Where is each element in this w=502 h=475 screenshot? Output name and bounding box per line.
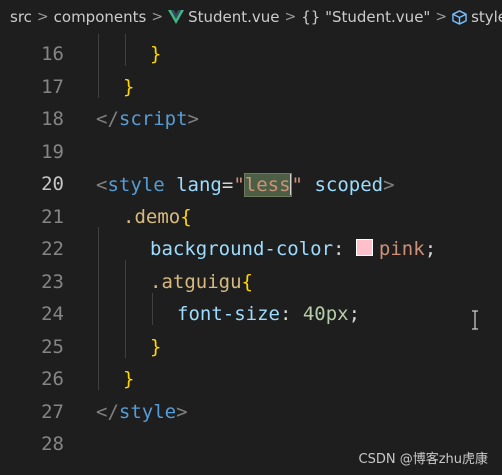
breadcrumb: src > components > Student.vue > {} "Stu… <box>0 0 502 34</box>
code-line: 21 .demo{ <box>0 201 502 234</box>
line-number: 18 <box>41 108 64 131</box>
breadcrumb-item-template-block[interactable]: {} "Student.vue" <box>301 8 430 26</box>
line-number: 26 <box>41 368 64 391</box>
breadcrumb-separator: > <box>435 9 448 25</box>
watermark: CSDN @博客zhu虎康 <box>358 452 489 467</box>
line-number: 19 <box>41 140 64 163</box>
line-number: 27 <box>41 400 64 423</box>
code-line: 23 .atguigu{ <box>0 266 502 299</box>
breadcrumb-item-src[interactable]: src <box>10 8 32 26</box>
breadcrumb-separator: > <box>284 9 297 25</box>
vue-file-icon <box>168 10 185 24</box>
code-line: 24 font-size: 40px; <box>0 298 502 331</box>
line-number: 23 <box>41 270 64 293</box>
line-number: 17 <box>41 75 64 98</box>
code-line: 26 } <box>0 363 502 396</box>
code-line: 18 </script> <box>0 103 502 136</box>
ibeam-cursor-icon <box>472 310 478 330</box>
code-line: 19 <box>0 136 502 169</box>
line-number: 16 <box>41 43 64 66</box>
breadcrumb-item-components[interactable]: components <box>54 8 147 26</box>
line-number-active: 20 <box>41 173 64 196</box>
code-line: 27 </style> <box>0 396 502 429</box>
line-number: 21 <box>41 205 64 228</box>
line-number: 25 <box>41 335 64 358</box>
cube-icon <box>452 9 467 25</box>
code-line: 25 } <box>0 331 502 364</box>
breadcrumb-item-student-vue[interactable]: Student.vue <box>168 8 280 26</box>
breadcrumb-separator: > <box>151 9 164 25</box>
breadcrumb-separator: > <box>36 9 49 25</box>
code-line: 22 background-color: pink; <box>0 233 502 266</box>
line-number: 28 <box>41 433 64 456</box>
code-line: 17 } <box>0 71 502 104</box>
color-swatch[interactable] <box>355 239 373 257</box>
code-editor[interactable]: 16 } 17 } 18 </script> 19 20 <style lang… <box>0 34 502 475</box>
line-number: 24 <box>41 303 64 326</box>
line-number: 22 <box>41 238 64 261</box>
selected-text[interactable]: less <box>243 172 292 197</box>
code-line: 16 } <box>0 38 502 71</box>
code-line-active: 20 <style lang="less" scoped> <box>0 168 502 201</box>
breadcrumb-item-style[interactable]: style <box>452 8 502 26</box>
